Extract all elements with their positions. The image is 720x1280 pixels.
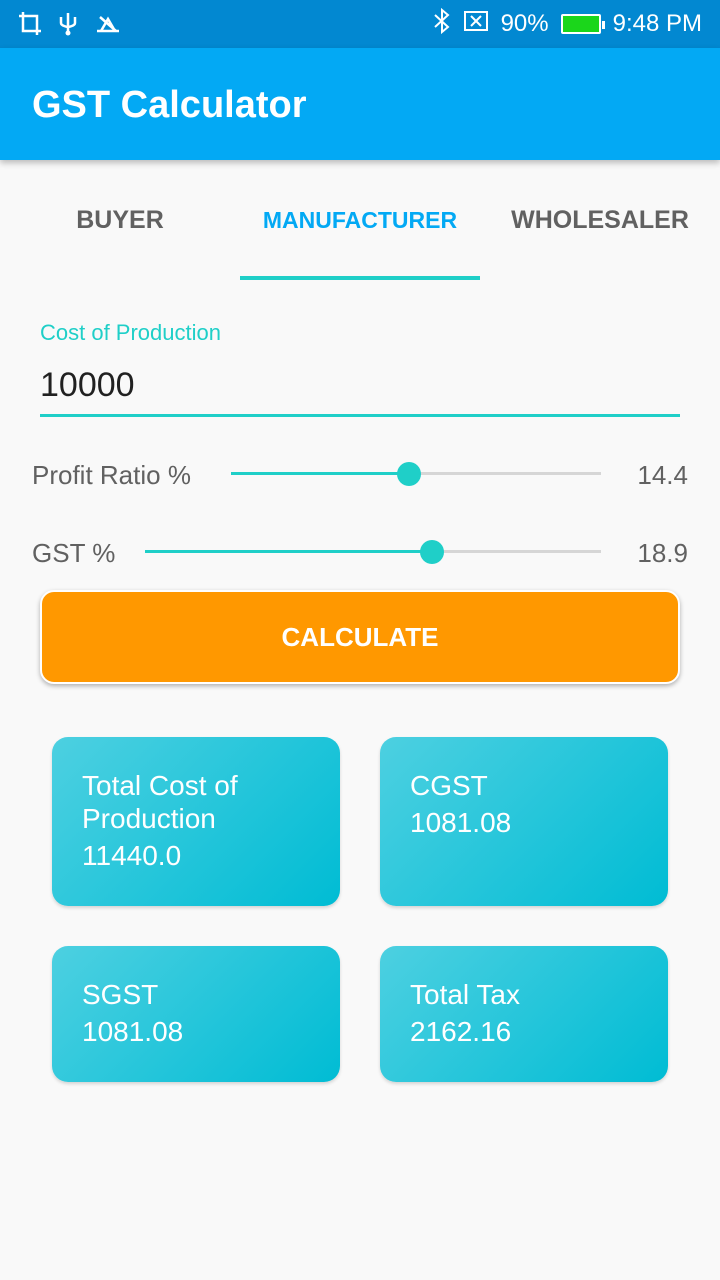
usb-debug-icon xyxy=(94,11,122,37)
battery-icon xyxy=(560,14,605,34)
app-title: GST Calculator xyxy=(32,84,307,126)
profit-slider-thumb[interactable] xyxy=(396,462,421,486)
result-card-total-tax: Total Tax 2162.16 xyxy=(380,946,668,1082)
status-icons-left xyxy=(18,11,122,37)
profit-slider-fill xyxy=(231,472,409,475)
crop-icon xyxy=(18,11,42,37)
tab-manufacturer[interactable]: MANUFACTURER xyxy=(240,160,480,280)
tab-buyer[interactable]: BUYER xyxy=(0,160,240,280)
result-label: Total Tax xyxy=(410,979,520,1010)
tab-bar: BUYER MANUFACTURER WHOLESALER xyxy=(0,160,720,280)
profit-slider-row: Profit Ratio % 14.4 xyxy=(0,450,720,498)
gst-slider-value: 18.9 xyxy=(637,538,688,568)
app-bar: GST Calculator xyxy=(0,48,720,160)
result-value: 1081.08 xyxy=(410,807,512,838)
gst-slider-row: GST % 18.9 xyxy=(0,528,720,576)
calculate-button[interactable]: CALCULATE xyxy=(40,590,680,684)
result-card-sgst: SGST 1081.08 xyxy=(52,946,340,1082)
tab-wholesaler[interactable]: WHOLESALER xyxy=(480,160,720,280)
status-bar: 90% 9:48 PM xyxy=(0,0,720,48)
cost-field-label: Cost of Production xyxy=(40,320,221,345)
gst-slider-thumb[interactable] xyxy=(420,540,445,564)
result-value: 1081.08 xyxy=(82,1016,184,1047)
result-label: Total Cost of Production xyxy=(82,770,238,834)
result-card-cgst: CGST 1081.08 xyxy=(380,737,668,906)
cost-input[interactable]: 10000 xyxy=(40,366,135,405)
gst-slider-label: GST % xyxy=(32,538,116,568)
profit-slider-label: Profit Ratio % xyxy=(32,460,191,490)
no-sim-icon xyxy=(463,10,489,39)
result-card-total-cost: Total Cost of Production 11440.0 xyxy=(52,737,340,906)
cost-input-underline xyxy=(40,414,680,417)
profit-slider-value: 14.4 xyxy=(637,460,688,490)
usb-icon xyxy=(56,11,80,37)
clock: 9:48 PM xyxy=(612,10,702,37)
gst-slider[interactable] xyxy=(145,540,601,564)
result-value: 11440.0 xyxy=(82,840,182,871)
bluetooth-icon xyxy=(433,7,451,41)
profit-slider[interactable] xyxy=(231,462,601,486)
tab-indicator xyxy=(240,276,480,280)
result-label: CGST xyxy=(410,770,488,801)
gst-slider-fill xyxy=(145,550,433,553)
result-label: SGST xyxy=(82,979,159,1010)
result-value: 2162.16 xyxy=(410,1016,512,1047)
battery-percent: 90% xyxy=(500,10,549,37)
status-icons-right: 90% 9:48 PM xyxy=(433,0,702,48)
